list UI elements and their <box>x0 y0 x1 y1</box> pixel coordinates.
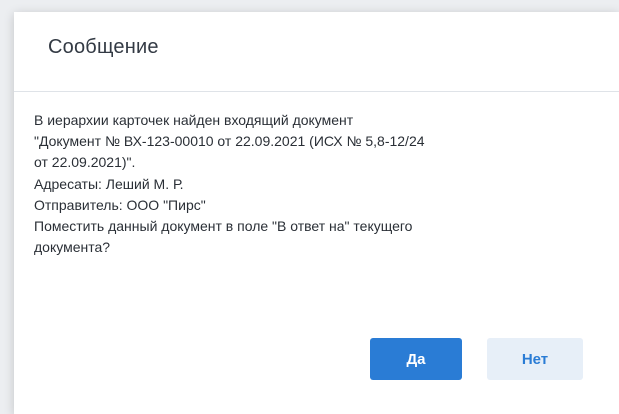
dialog-header: Сообщение <box>14 12 619 92</box>
message-question-line-1: Поместить данный документ в поле "В отве… <box>34 218 413 235</box>
message-sender: Отправитель: ООО "Пирс" <box>34 196 206 213</box>
message-addressees: Адресаты: Леший М. Р. <box>34 175 184 192</box>
dialog-message: В иерархии карточек найден входящий доку… <box>34 110 589 258</box>
yes-button[interactable]: Да <box>370 338 462 380</box>
dialog-title: Сообщение <box>48 36 159 58</box>
message-line-3: от 22.09.2021)". <box>34 154 136 171</box>
no-button[interactable]: Нет <box>487 338 583 380</box>
message-line-1: В иерархии карточек найден входящий доку… <box>34 112 354 128</box>
message-line-2: "Документ № ВХ-123-00010 от 22.09.2021 (… <box>34 133 425 150</box>
message-question-line-2: документа? <box>34 239 111 256</box>
message-dialog: Сообщение В иерархии карточек найден вхо… <box>14 12 619 414</box>
